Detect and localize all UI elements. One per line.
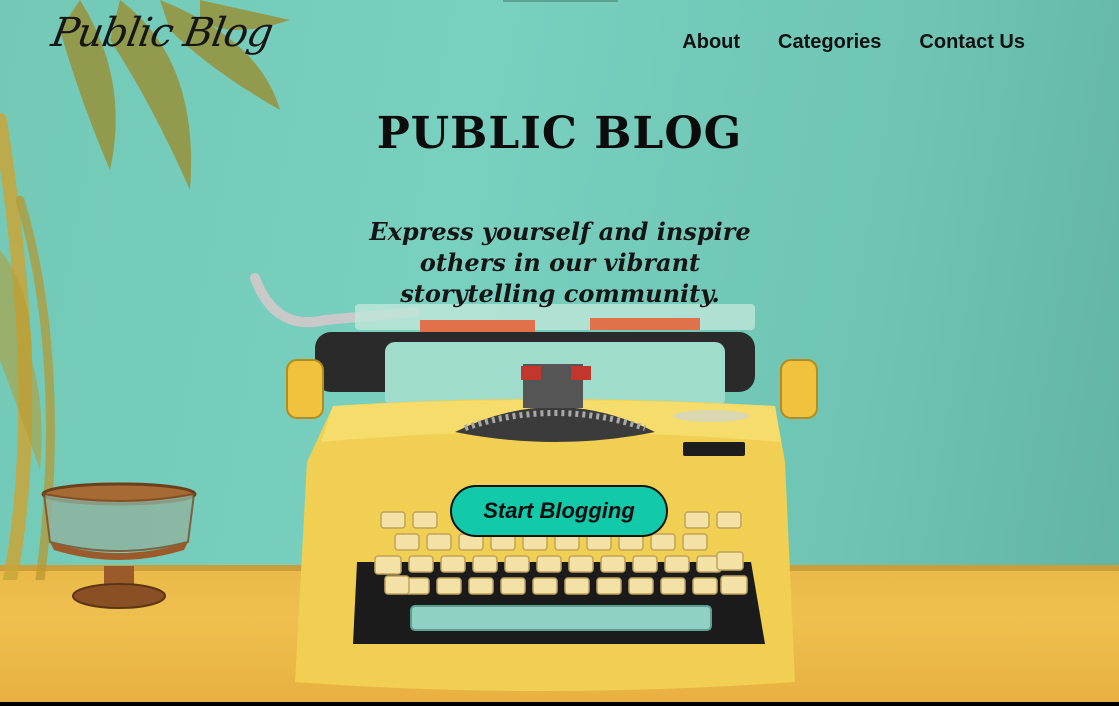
hero-tagline: Express yourself and inspire others in o… xyxy=(369,217,751,308)
start-blogging-button[interactable]: Start Blogging xyxy=(450,485,668,537)
site-logo[interactable]: Public Blog xyxy=(48,10,276,56)
nav-link-about[interactable]: About xyxy=(682,31,740,54)
hero-section: Public Blog About Categories Contact Us … xyxy=(0,0,1119,702)
top-divider xyxy=(503,0,618,2)
hero-title: PUBLIC BLOG xyxy=(376,108,743,159)
main-nav: About Categories Contact Us xyxy=(682,31,1025,54)
nav-link-contact-us[interactable]: Contact Us xyxy=(919,31,1025,54)
glass-bowl-icon xyxy=(41,482,197,609)
nav-link-categories[interactable]: Categories xyxy=(778,31,881,54)
